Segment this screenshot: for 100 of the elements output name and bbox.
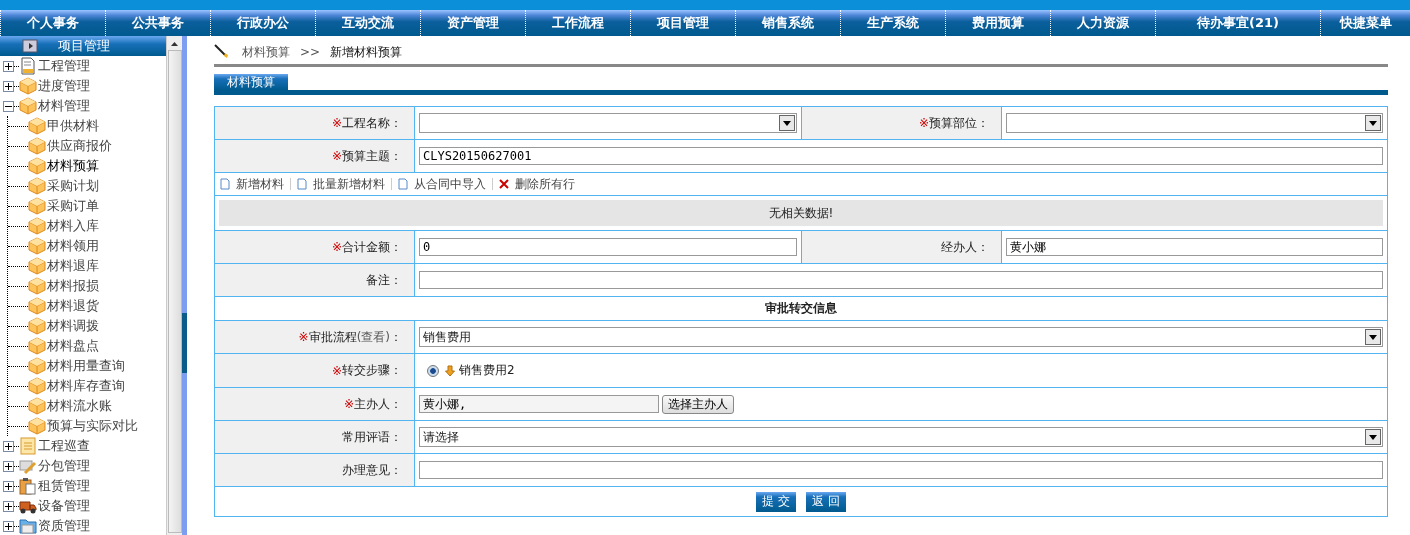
nav-menu-item[interactable]: 待办事宜(21): [1155, 10, 1320, 36]
box-icon: [28, 157, 46, 175]
input-field[interactable]: 0: [419, 238, 797, 256]
tree-item[interactable]: 材料退库: [8, 256, 167, 276]
field-label: ※审批流程(查看)：: [215, 321, 415, 353]
scroll-up-icon[interactable]: [171, 42, 179, 46]
input-field[interactable]: 黄小娜: [1006, 238, 1383, 256]
breadcrumb-link[interactable]: 材料预算: [242, 43, 290, 61]
tree-item[interactable]: 材料管理: [0, 96, 167, 116]
tree-item[interactable]: 材料退货: [8, 296, 167, 316]
tree-item[interactable]: 材料流水账: [8, 396, 167, 416]
tree-item[interactable]: 材料盘点: [8, 336, 167, 356]
tree-item[interactable]: 材料报损: [8, 276, 167, 296]
tree-item[interactable]: 甲供材料: [8, 116, 167, 136]
nav-menu-item[interactable]: 销售系统: [735, 10, 840, 36]
expand-icon[interactable]: [3, 500, 14, 512]
box-icon: [28, 237, 46, 255]
document-icon: [220, 178, 230, 190]
nav-menu-item[interactable]: 行政办公: [210, 10, 315, 36]
dropdown[interactable]: [419, 113, 797, 133]
box-icon: [28, 397, 46, 415]
expand-icon[interactable]: [3, 480, 14, 492]
document-icon: [19, 57, 37, 75]
nav-menu-item[interactable]: 工作流程: [525, 10, 630, 36]
collapse-handle[interactable]: [182, 313, 187, 373]
nav-menu-item[interactable]: 人力资源: [1050, 10, 1155, 36]
tree-item[interactable]: 采购计划: [8, 176, 167, 196]
required-mark: ※: [918, 116, 929, 130]
radio-button[interactable]: [427, 364, 439, 377]
input-field[interactable]: [419, 271, 1383, 289]
clipboard-icon: [19, 477, 37, 495]
input-field[interactable]: CLYS20150627001: [419, 147, 1383, 165]
breadcrumb-text: 新增材料预算: [330, 43, 403, 61]
section-tab[interactable]: 材料预算: [214, 74, 288, 90]
field-label: ※工程名称：: [215, 107, 415, 139]
dropdown[interactable]: [1006, 113, 1383, 133]
field-label: ※预算部位：: [802, 107, 1002, 139]
form-button[interactable]: 提 交: [756, 491, 796, 512]
box-icon: [28, 357, 46, 375]
document-icon: [297, 178, 307, 190]
required-mark: ※: [331, 116, 342, 130]
tree-item[interactable]: 材料调拨: [8, 316, 167, 336]
expand-icon[interactable]: [3, 520, 14, 532]
required-mark: ※: [331, 149, 342, 163]
scrollbar[interactable]: [166, 36, 182, 535]
field-label: 常用评语：: [215, 421, 415, 453]
nav-menu-item[interactable]: 快捷菜单: [1320, 10, 1410, 36]
tree-item[interactable]: 材料库存查询: [8, 376, 167, 396]
section-title: 审批转交信息: [765, 300, 837, 317]
tree-item[interactable]: 设备管理: [0, 496, 167, 516]
box-icon: [28, 117, 46, 135]
form-button[interactable]: 返 回: [806, 491, 846, 512]
field-label: ※主办人：: [215, 388, 415, 420]
toolbar-button[interactable]: 删除所有行: [499, 175, 575, 193]
tree-item[interactable]: 材料预算: [8, 156, 167, 176]
empty-message: 无相关数据!: [219, 200, 1383, 226]
tree-item[interactable]: 预算与实际对比: [8, 416, 167, 436]
tree-item[interactable]: 材料用量查询: [8, 356, 167, 376]
select-person-button[interactable]: 选择主办人: [662, 394, 734, 414]
down-arrow-icon: [445, 364, 455, 377]
expand-icon[interactable]: [3, 80, 14, 92]
box-icon: [28, 217, 46, 235]
view-link[interactable]: (查看): [356, 328, 390, 346]
box-icon: [28, 297, 46, 315]
tree-item[interactable]: 工程巡查: [0, 436, 167, 456]
radio-label: 销售费用2: [459, 362, 515, 379]
tools-icon: [19, 457, 37, 475]
nav-menu-item[interactable]: 资产管理: [420, 10, 525, 36]
nav-menu-item[interactable]: 费用预算: [945, 10, 1050, 36]
dropdown[interactable]: 销售费用: [419, 327, 1383, 347]
nav-menu-item[interactable]: 项目管理: [630, 10, 735, 36]
tree-item[interactable]: 分包管理: [0, 456, 167, 476]
field-label: 办理意见：: [215, 454, 415, 486]
box-icon: [28, 417, 46, 435]
notepad-icon: [19, 437, 37, 455]
input-field[interactable]: 黄小娜,: [419, 395, 659, 413]
tree-item[interactable]: 工程管理: [0, 56, 167, 76]
input-field[interactable]: [419, 461, 1383, 479]
box-icon: [19, 77, 37, 95]
field-label: ※转交步骤：: [215, 354, 415, 387]
nav-menu-item[interactable]: 生产系统: [840, 10, 945, 36]
required-mark: ※: [331, 240, 342, 254]
collapse-icon[interactable]: [3, 100, 14, 112]
field-label: 备注：: [215, 264, 415, 296]
expand-icon[interactable]: [3, 440, 14, 452]
nav-menu-item[interactable]: 互动交流: [315, 10, 420, 36]
dropdown[interactable]: 请选择: [419, 427, 1383, 447]
tree-item[interactable]: 材料领用: [8, 236, 167, 256]
expand-icon[interactable]: [3, 460, 14, 472]
toolbar-button[interactable]: 批量新增材料: [297, 175, 385, 193]
toolbar-button[interactable]: 新增材料: [220, 175, 284, 193]
breadcrumb-text: >>: [300, 45, 321, 59]
expand-icon[interactable]: [3, 60, 14, 72]
tree-item[interactable]: 供应商报价: [8, 136, 167, 156]
tree-item[interactable]: 租赁管理: [0, 476, 167, 496]
tree-item[interactable]: 进度管理: [0, 76, 167, 96]
tree-item[interactable]: 采购订单: [8, 196, 167, 216]
tree-item[interactable]: 材料入库: [8, 216, 167, 236]
toolbar-button[interactable]: 从合同中导入: [398, 175, 486, 193]
tree-item[interactable]: 资质管理: [0, 516, 167, 535]
